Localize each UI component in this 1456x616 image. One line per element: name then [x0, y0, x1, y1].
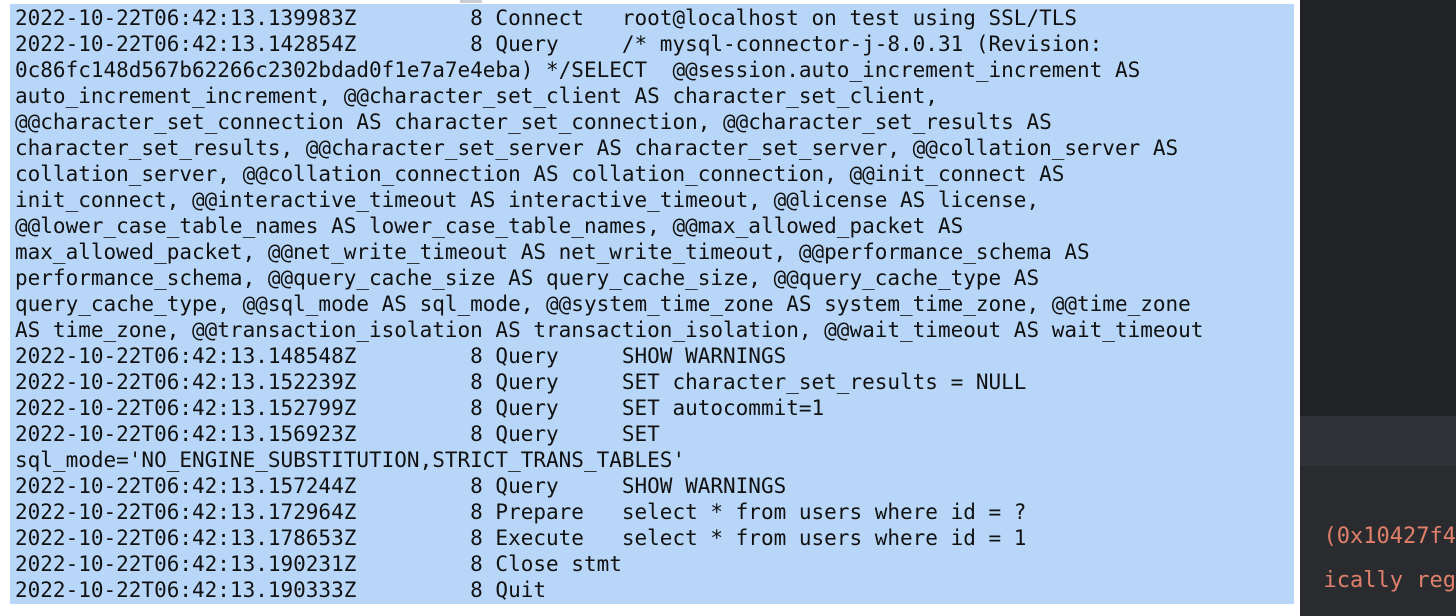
log-line: 2022-10-22T06:42:13.157244Z 8 Query SHOW… [15, 474, 787, 498]
terminal-window[interactable]: 2022-10-22T06:42:13.139983Z 8 Connect ro… [0, 0, 1300, 616]
log-line: 2022-10-22T06:42:13.156923Z 8 Query SET [15, 422, 660, 446]
log-line: 2022-10-22T06:42:13.190333Z 8 Quit [15, 578, 622, 602]
log-line: sql_mode='NO_ENGINE_SUBSTITUTION,STRICT_… [15, 448, 686, 472]
log-line: @@lower_case_table_names AS lower_case_t… [15, 214, 964, 238]
log-line: performance_schema, @@query_cache_size A… [15, 266, 1040, 290]
log-line: collation_server, @@collation_connection… [15, 162, 1065, 186]
log-line: 2022-10-22T06:42:13.178653Z 8 Execute se… [15, 526, 1027, 550]
desktop: (0x10427f4 ically reg 2022-10-22T06:42:1… [0, 0, 1456, 616]
log-line: 2022-10-22T06:42:13.148548Z 8 Query SHOW… [15, 344, 787, 368]
log-line: max_allowed_packet, @@net_write_timeout … [15, 240, 1090, 264]
log-line: query_cache_type, @@sql_mode AS sql_mode… [15, 292, 1191, 316]
background-console-line: (0x10427f4 [1300, 523, 1456, 551]
background-editor-band [1300, 416, 1456, 466]
log-line: 2022-10-22T06:42:13.172964Z 8 Prepare se… [15, 500, 1027, 524]
log-line: init_connect, @@interactive_timeout AS i… [15, 188, 1040, 212]
terminal-output[interactable]: 2022-10-22T06:42:13.139983Z 8 Connect ro… [15, 5, 1300, 603]
background-console-line: ically reg [1300, 567, 1456, 595]
log-line: character_set_results, @@character_set_s… [15, 136, 1179, 160]
background-console-line-text: (0x10427f4 [1323, 524, 1456, 549]
log-line: 2022-10-22T06:42:13.139983Z 8 Connect ro… [15, 6, 1078, 30]
log-line: 2022-10-22T06:42:13.190231Z 8 Close stmt [15, 552, 724, 576]
scrolled-line-fragment [460, 0, 482, 3]
log-line: 2022-10-22T06:42:13.142854Z 8 Query /* m… [15, 32, 1103, 56]
log-line: 2022-10-22T06:42:13.152799Z 8 Query SET … [15, 396, 825, 420]
log-line: AS time_zone, @@transaction_isolation AS… [15, 318, 1204, 342]
log-line: @@character_set_connection AS character_… [15, 110, 1052, 134]
log-line: 0c86fc148d567b62266c2302bdad0f1e7a7e4eba… [15, 58, 1141, 82]
log-line: 2022-10-22T06:42:13.152239Z 8 Query SET … [15, 370, 1027, 394]
log-line: auto_increment_increment, @@character_se… [15, 84, 938, 108]
background-console-line-text: ically reg [1323, 568, 1456, 593]
